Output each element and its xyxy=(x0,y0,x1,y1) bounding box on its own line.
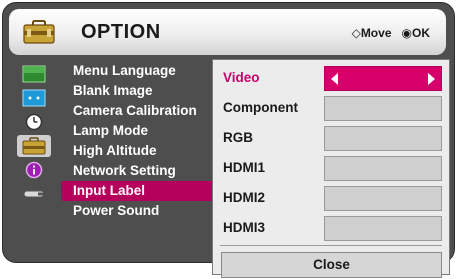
input-label-hdmi2-selector[interactable] xyxy=(324,186,442,211)
input-label-hdmi2: HDMI2 xyxy=(223,190,266,205)
input-label-video: Video xyxy=(223,70,260,85)
ok-icon: ◉ xyxy=(401,26,412,40)
key-hints: ◇Move ◉OK xyxy=(352,26,430,40)
option-toolbox-icon xyxy=(23,20,55,44)
info-icon xyxy=(25,161,43,179)
input-label-component-selector[interactable] xyxy=(324,96,442,121)
input-label-hdmi1: HDMI1 xyxy=(223,160,266,175)
input-label-popup: Video Component RGB HDMI1 HDMI2 HDMI3 Cl… xyxy=(212,59,450,278)
sidebar-item-picture[interactable] xyxy=(17,63,51,85)
input-label-hdmi3: HDMI3 xyxy=(223,220,266,235)
popup-divider xyxy=(220,245,442,246)
move-icon: ◇ xyxy=(351,26,361,40)
arrow-right-icon[interactable] xyxy=(428,73,435,85)
option-icon xyxy=(22,137,46,155)
input-label-hdmi1-selector[interactable] xyxy=(324,156,442,181)
input-label-component: Component xyxy=(223,100,298,115)
sidebar-item-option[interactable] xyxy=(17,135,51,157)
clock-icon xyxy=(25,113,43,131)
arrow-left-icon[interactable] xyxy=(331,73,338,85)
ok-hint: OK xyxy=(412,26,430,40)
close-button[interactable]: Close xyxy=(221,252,442,278)
move-hint: Move xyxy=(360,26,392,40)
input-label-video-selector[interactable] xyxy=(324,66,442,91)
screen-icon xyxy=(22,89,46,107)
sidebar-item-screen[interactable] xyxy=(17,87,51,109)
menu-header: OPTION ◇Move ◉OK xyxy=(9,9,446,55)
input-label-rgb-selector[interactable] xyxy=(324,126,442,151)
sidebar-item-usb[interactable] xyxy=(17,183,51,205)
picture-icon xyxy=(22,65,46,83)
menu-item-input-label[interactable]: Input Label xyxy=(61,181,216,201)
sidebar-item-info[interactable] xyxy=(17,159,51,181)
usb-icon xyxy=(23,190,45,198)
option-menu-panel: OPTION ◇Move ◉OK Menu Language Blank Ima… xyxy=(2,2,455,278)
sidebar-item-time[interactable] xyxy=(17,111,51,133)
input-label-rgb: RGB xyxy=(223,130,253,145)
page-title: OPTION xyxy=(81,21,161,43)
input-label-hdmi3-selector[interactable] xyxy=(324,216,442,241)
